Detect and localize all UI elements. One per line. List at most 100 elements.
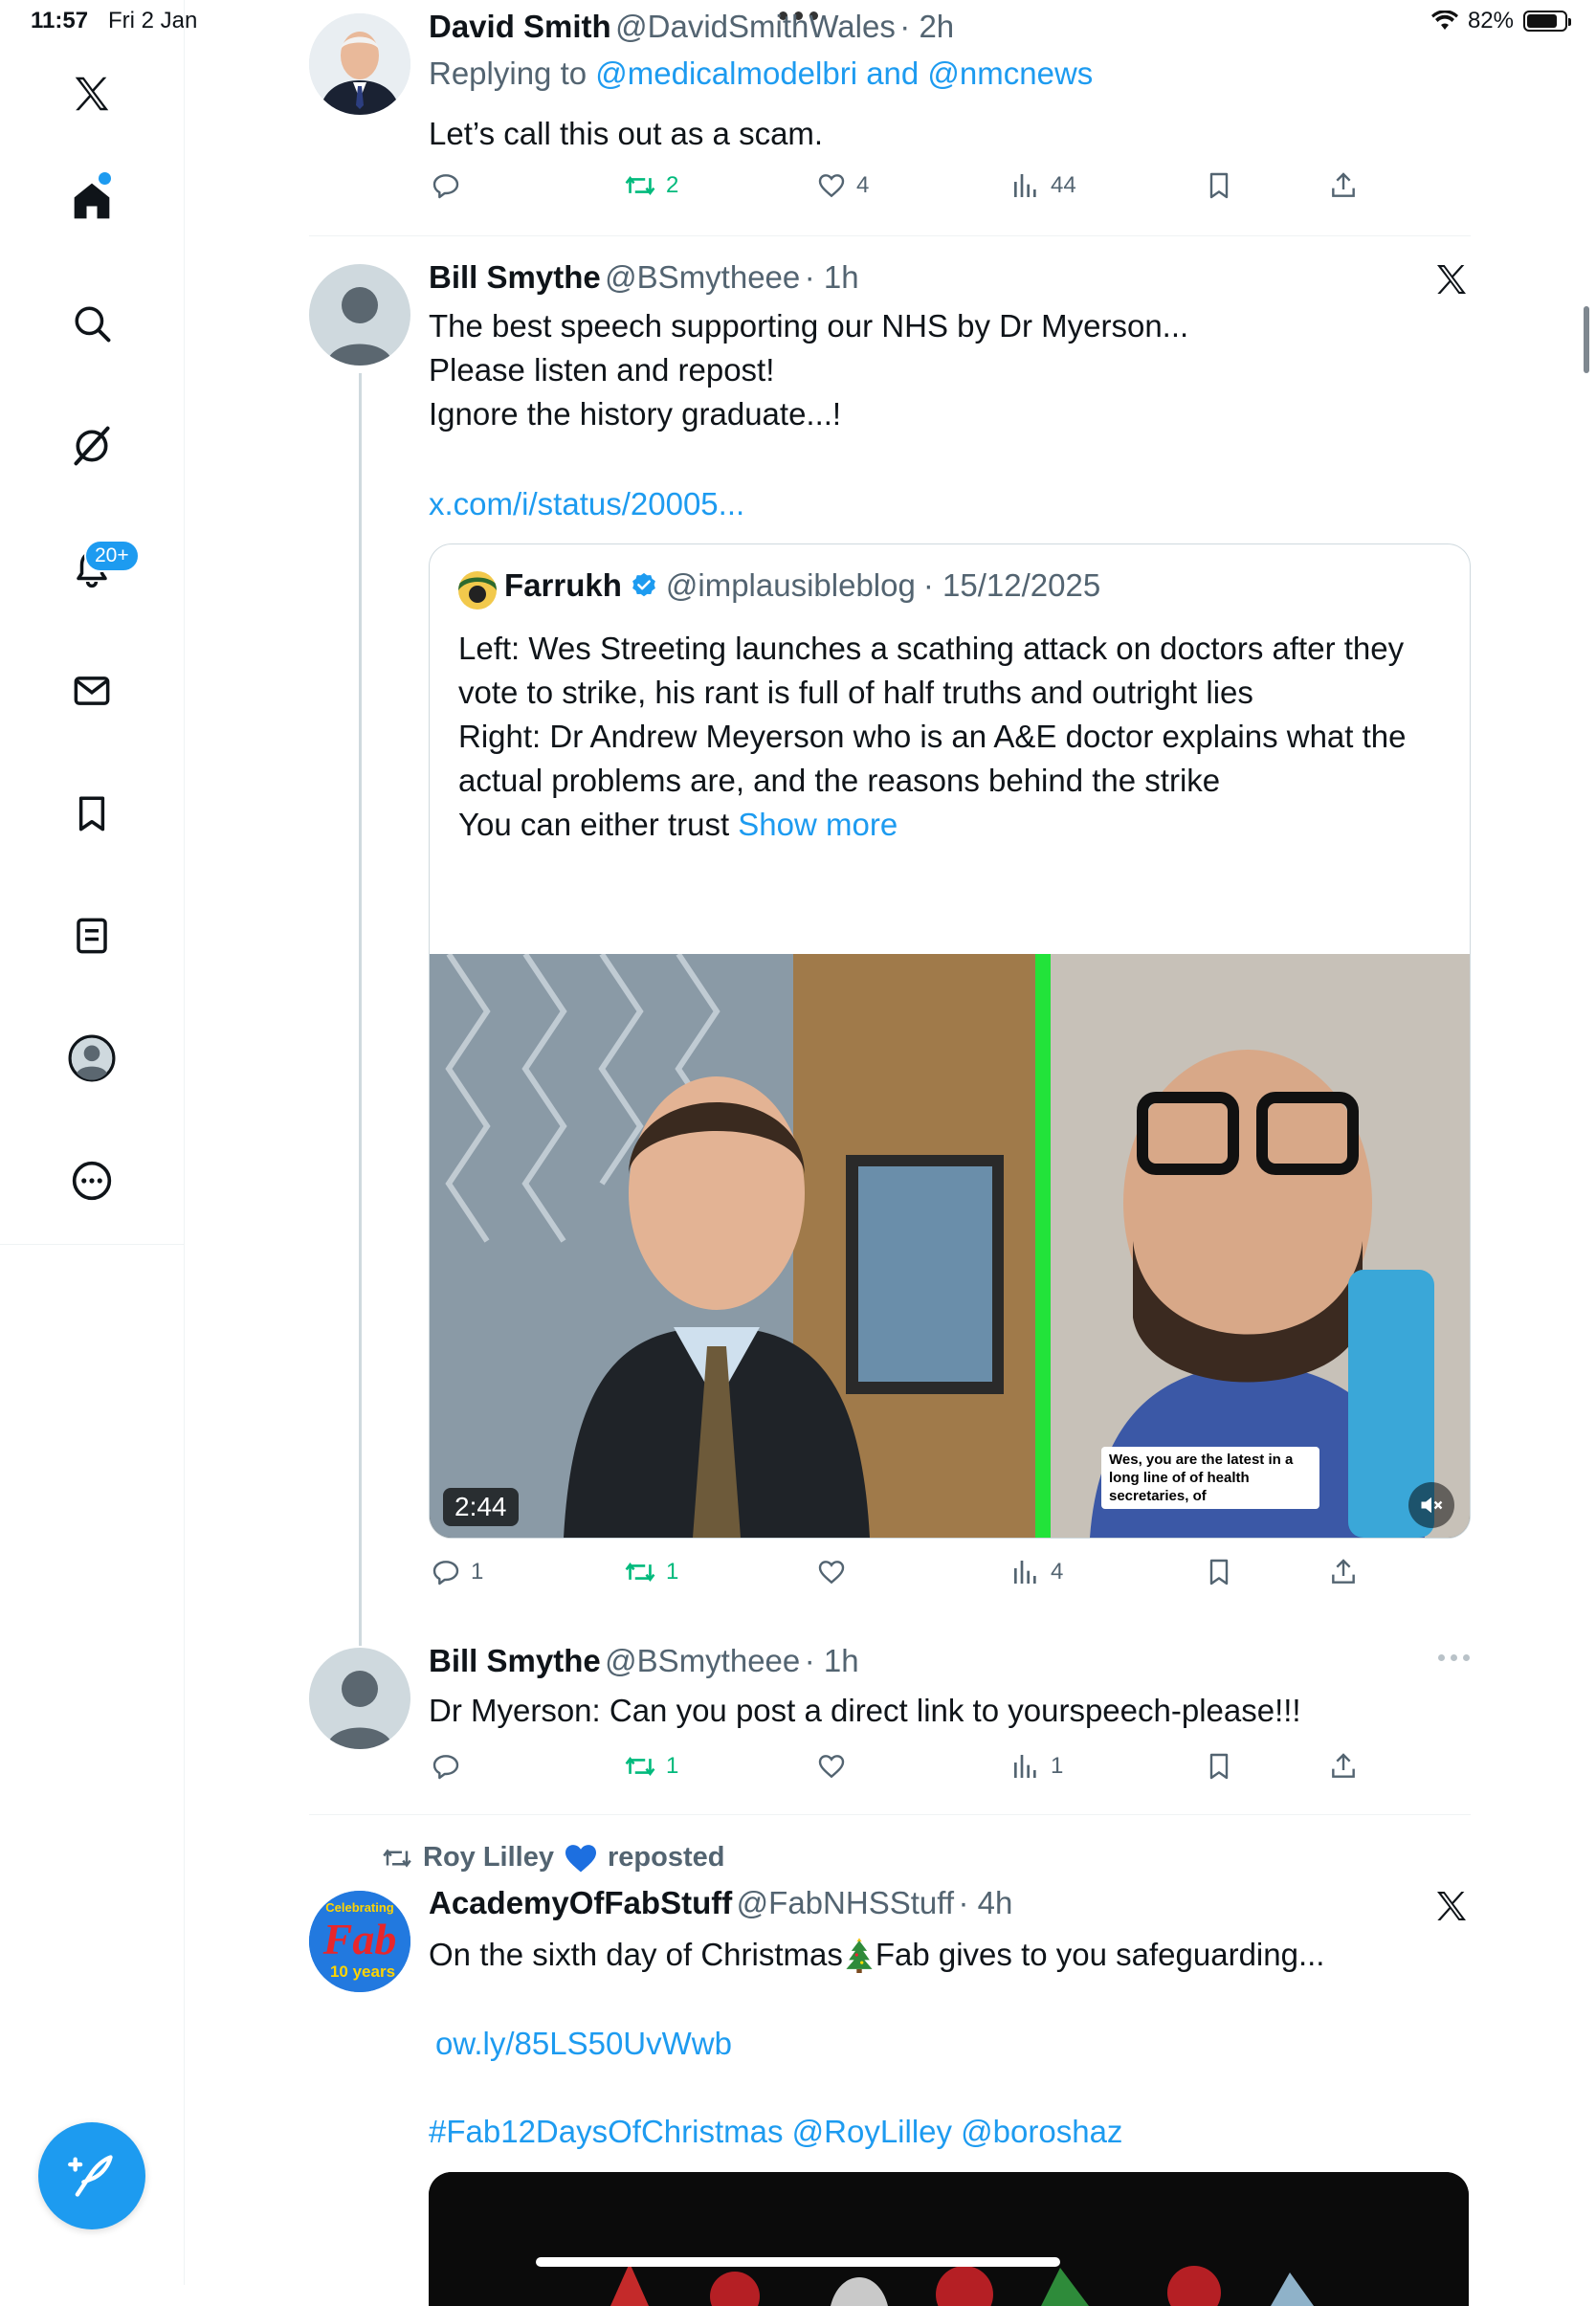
replying-to-link[interactable]: @medicalmodelbri and @nmcnews [595, 55, 1093, 91]
tweet-link[interactable]: ow.ly/85LS50UvWwb [435, 2022, 732, 2066]
home-notification-dot [99, 172, 111, 185]
show-more-link[interactable]: Show more [738, 807, 898, 842]
reply-button[interactable] [431, 1751, 461, 1782]
author-name[interactable]: Bill Smythe [429, 259, 601, 295]
more-icon[interactable] [65, 1154, 119, 1208]
quote-post-date: · 15/12/2025 [922, 567, 1101, 603]
like-button[interactable]: 4 [816, 170, 869, 201]
replying-prefix: Replying to [429, 55, 596, 91]
x-logo-icon[interactable] [65, 67, 119, 121]
avatar-bill-smythe[interactable] [309, 264, 410, 366]
bookmarks-icon[interactable] [65, 787, 119, 840]
repost-button[interactable]: 1 [624, 1557, 678, 1587]
media-preview[interactable] [429, 2172, 1469, 2306]
views-button[interactable]: 44 [1010, 170, 1076, 201]
share-button[interactable] [1328, 1557, 1359, 1587]
reposter-name[interactable]: Roy Lilley [423, 1842, 554, 1874]
like-button[interactable] [816, 1557, 847, 1587]
tweet-header: AcademyOfFabStuff @FabNHSStuff · 4h [429, 1885, 1012, 1921]
share-icon [1332, 1753, 1355, 1778]
share-icon [1332, 172, 1355, 197]
status-right: 82% [1430, 8, 1571, 34]
home-indicator[interactable] [536, 2257, 1060, 2267]
mute-button[interactable] [1408, 1482, 1454, 1528]
compose-feather-icon [68, 2155, 113, 2197]
heart-icon [818, 1755, 845, 1779]
share-button[interactable] [1328, 170, 1359, 201]
bookmark-button[interactable] [1204, 1751, 1234, 1782]
reposted-label: reposted [608, 1842, 725, 1873]
scrollbar[interactable] [1584, 306, 1589, 373]
avatar-lettering: 10 years [330, 1962, 395, 1981]
tweet-header: Bill Smythe @BSmytheee · 1h [429, 259, 859, 296]
author-handle[interactable]: @DavidSmithWales [615, 9, 896, 44]
like-count: 4 [856, 172, 870, 198]
heart-icon [818, 174, 845, 198]
profile-icon[interactable] [65, 1031, 119, 1085]
video-player[interactable]: 2:44 Wes, you are the latest in a long l… [430, 954, 1470, 1538]
tweet-text: Let’s call this out as a scam. [429, 116, 824, 151]
views-icon [1014, 174, 1036, 197]
home-icon[interactable] [65, 174, 119, 228]
repost-button[interactable]: 2 [624, 170, 678, 201]
quote-author-name[interactable]: Farrukh [504, 567, 622, 604]
tweet-text-line: Please listen and repost! [429, 352, 775, 388]
reply-button[interactable] [431, 170, 461, 201]
author-handle[interactable]: @BSmytheee [605, 259, 800, 295]
bookmark-button[interactable] [1204, 170, 1234, 201]
grok-icon[interactable] [65, 419, 119, 473]
views-button[interactable]: 1 [1010, 1751, 1063, 1782]
repost-icon [383, 1848, 411, 1868]
muted-speaker-icon [1421, 1497, 1443, 1514]
wifi-icon [1430, 11, 1458, 30]
reply-button[interactable]: 1 [431, 1557, 483, 1587]
video-duration: 2:44 [443, 1488, 519, 1526]
compose-post-button[interactable] [38, 2122, 145, 2229]
messages-icon[interactable] [65, 664, 119, 718]
author-handle[interactable]: @FabNHSStuff [737, 1885, 954, 1920]
like-button[interactable] [816, 1751, 847, 1782]
christmas-tree-icon [846, 1938, 873, 1973]
views-button[interactable]: 4 [1010, 1557, 1063, 1587]
tweet-link[interactable]: x.com/i/status/20005... [429, 482, 744, 526]
reply-icon [432, 1561, 459, 1585]
quote-paragraph-text: You can either trust [458, 807, 739, 842]
replying-to: Replying to @medicalmodelbri and @nmcnew… [429, 55, 1093, 92]
quoted-tweet[interactable]: Farrukh @implausibleblog · 15/12/2025 Le… [429, 543, 1471, 1539]
grok-x-icon[interactable] [1432, 260, 1471, 303]
more-options-icon[interactable] [1438, 1654, 1470, 1661]
post-time: · 1h [804, 1643, 859, 1678]
bookmark-icon [1209, 172, 1229, 199]
author-handle[interactable]: @BSmytheee [605, 1643, 800, 1678]
heart-icon [818, 1561, 845, 1585]
lists-icon[interactable] [65, 909, 119, 963]
tweet-text-line: The best speech supporting our NHS by Dr… [429, 308, 1189, 344]
avatar-david-smith[interactable] [309, 13, 410, 115]
bookmark-button[interactable] [1204, 1557, 1234, 1587]
grok-x-icon[interactable] [1432, 1887, 1471, 1930]
tweet-header: Bill Smythe @BSmytheee · 1h [429, 1643, 859, 1679]
repost-icon [625, 175, 655, 196]
repost-button[interactable]: 1 [624, 1751, 678, 1782]
bookmark-icon [1209, 1753, 1229, 1780]
views-icon [1014, 1755, 1036, 1778]
verified-badge-icon [632, 572, 655, 597]
separator [309, 1814, 1471, 1815]
quote-header: Farrukh @implausibleblog · 15/12/2025 [504, 567, 1100, 604]
author-name[interactable]: David Smith [429, 9, 611, 44]
avatar-academyoffabstuff[interactable]: Celebrating Fab 10 years [309, 1891, 410, 1992]
search-icon[interactable] [65, 297, 119, 350]
repost-count: 2 [666, 172, 679, 198]
avatar-lettering: Fab [322, 1915, 397, 1963]
share-button[interactable] [1328, 1751, 1359, 1782]
author-name[interactable]: AcademyOfFabStuff [429, 1885, 732, 1920]
post-time: · 2h [899, 9, 955, 44]
tweet-header: David Smith @DavidSmithWales · 2h [429, 9, 954, 45]
hashtags-mentions[interactable]: #Fab12DaysOfChristmas @RoyLilley @borosh… [429, 2110, 1122, 2154]
tweet-text-part: On the sixth day of Christmas [429, 1937, 843, 1972]
avatar-bill-smythe[interactable] [309, 1648, 410, 1749]
quote-author-handle[interactable]: @implausibleblog [666, 567, 916, 604]
author-name[interactable]: Bill Smythe [429, 1643, 601, 1678]
tweet-text: Dr Myerson: Can you post a direct link t… [429, 1693, 1301, 1728]
separator [309, 235, 1471, 236]
